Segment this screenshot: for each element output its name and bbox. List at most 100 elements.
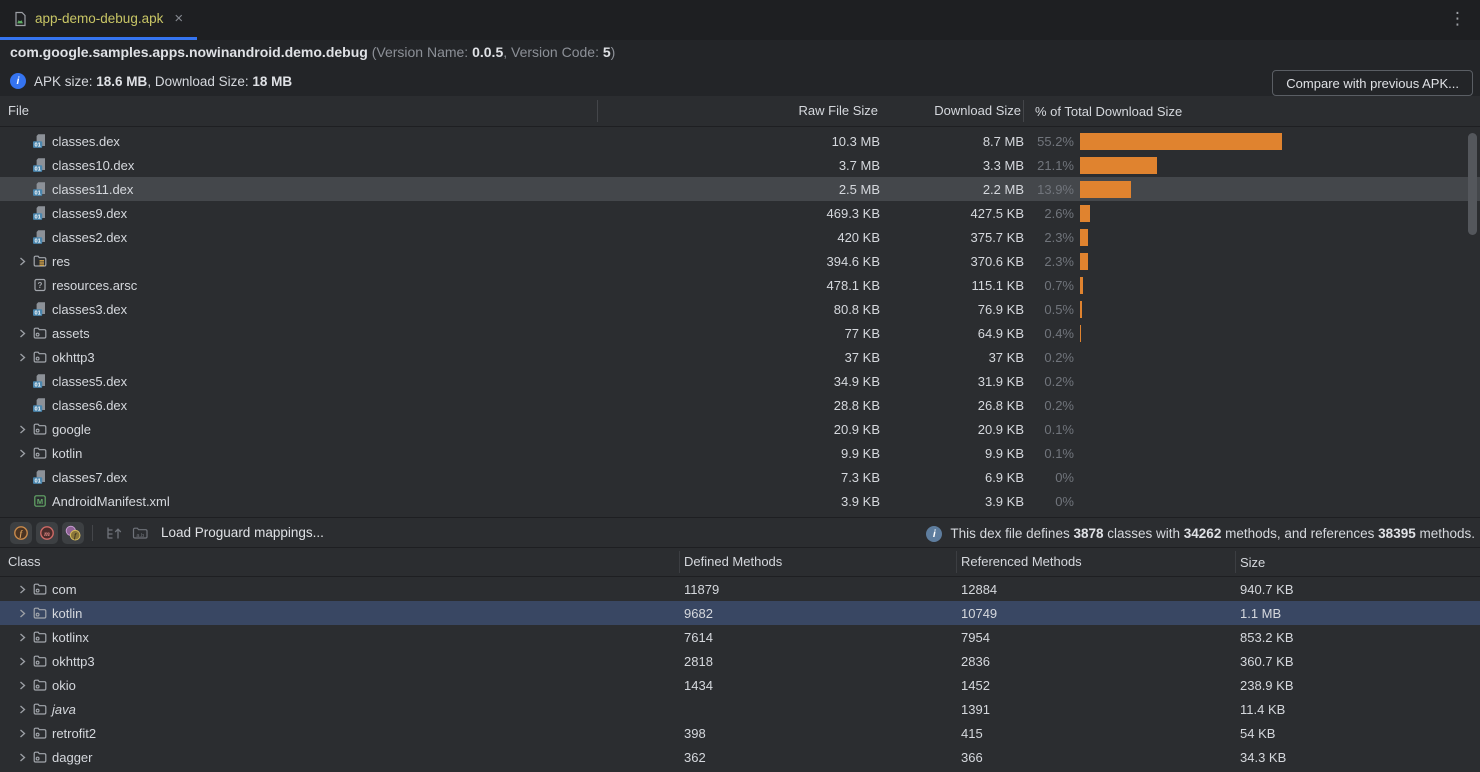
- dex-file-icon: 01: [32, 181, 48, 197]
- column-header-file[interactable]: File: [0, 100, 598, 122]
- file-row[interactable]: google20.9 KB20.9 KB0.1%: [0, 417, 1480, 441]
- chevron-right-icon[interactable]: [12, 657, 32, 666]
- svg-text:01: 01: [34, 167, 40, 173]
- column-header-referenced-methods[interactable]: Referenced Methods: [957, 551, 1236, 573]
- file-name: classes5.dex: [52, 374, 127, 389]
- file-name: assets: [52, 326, 90, 341]
- show-referenced-toggle[interactable]: f: [62, 522, 84, 544]
- file-row[interactable]: ? resources.arsc478.1 KB115.1 KB0.7%: [0, 273, 1480, 297]
- classes-count: 3878: [1073, 526, 1103, 541]
- file-name: AndroidManifest.xml: [52, 494, 170, 509]
- arsc-file-icon: ?: [32, 277, 48, 293]
- package-name: com.google.samples.apps.nowinandroid.dem…: [10, 44, 368, 60]
- res-folder-icon: [32, 253, 48, 269]
- class-row[interactable]: okhttp328182836360.7 KB: [0, 649, 1480, 673]
- column-header-download-size[interactable]: Download Size: [880, 100, 1024, 122]
- file-row[interactable]: 01 classes9.dex469.3 KB427.5 KB2.6%: [0, 201, 1480, 225]
- file-table-body: 01 classes.dex10.3 MB8.7 MB55.2% 01 clas…: [0, 129, 1480, 513]
- class-row[interactable]: java139111.4 KB: [0, 697, 1480, 721]
- kebab-menu-icon[interactable]: ⋮: [1449, 9, 1466, 29]
- download-pct-bar: [1080, 205, 1090, 222]
- chevron-right-icon[interactable]: [12, 585, 32, 594]
- download-pct-bar: [1080, 301, 1082, 318]
- chevron-right-icon[interactable]: [12, 609, 32, 618]
- column-header-class[interactable]: Class: [0, 551, 680, 573]
- file-name: classes2.dex: [52, 230, 127, 245]
- dex-file-icon: 01: [32, 133, 48, 149]
- chevron-right-icon[interactable]: [12, 633, 32, 642]
- class-row[interactable]: kotlin9682107491.1 MB: [0, 601, 1480, 625]
- chevron-right-icon[interactable]: [12, 425, 32, 434]
- class-row[interactable]: dagger36236634.3 KB: [0, 745, 1480, 769]
- class-row[interactable]: okio14341452238.9 KB: [0, 673, 1480, 697]
- package-name: kotlinx: [52, 630, 89, 645]
- svg-text:01: 01: [34, 311, 40, 317]
- dex-toolbar: f m f a.b Load Proguard mappings... i Th…: [0, 517, 1480, 548]
- chevron-right-icon[interactable]: [12, 353, 32, 362]
- package-folder-icon: [32, 653, 48, 669]
- chevron-right-icon[interactable]: [12, 329, 32, 338]
- dex-file-icon: 01: [32, 205, 48, 221]
- file-name: google: [52, 422, 91, 437]
- class-row[interactable]: retrofit239841554 KB: [0, 721, 1480, 745]
- class-row[interactable]: kotlinx76147954853.2 KB: [0, 625, 1480, 649]
- svg-text:?: ?: [38, 281, 43, 290]
- file-row[interactable]: 01 classes6.dex28.8 KB26.8 KB0.2%: [0, 393, 1480, 417]
- column-header-size[interactable]: Size: [1236, 555, 1480, 570]
- load-mappings-folder-icon[interactable]: a.b: [129, 522, 151, 544]
- file-name: classes3.dex: [52, 302, 127, 317]
- package-folder-icon: [32, 725, 48, 741]
- file-row[interactable]: M AndroidManifest.xml3.9 KB3.9 KB0%: [0, 489, 1480, 513]
- compare-previous-apk-button[interactable]: Compare with previous APK...: [1272, 70, 1473, 96]
- class-table-header: Class Defined Methods Referenced Methods…: [0, 548, 1480, 577]
- file-name: classes.dex: [52, 134, 120, 149]
- file-row[interactable]: kotlin9.9 KB9.9 KB0.1%: [0, 441, 1480, 465]
- file-row[interactable]: assets77 KB64.9 KB0.4%: [0, 321, 1480, 345]
- file-row[interactable]: 01 classes3.dex80.8 KB76.9 KB0.5%: [0, 297, 1480, 321]
- tab-apk-file[interactable]: app-demo-debug.apk ×: [0, 0, 197, 40]
- svg-text:01: 01: [34, 215, 40, 221]
- chevron-right-icon[interactable]: [12, 753, 32, 762]
- download-pct-bar: [1080, 229, 1088, 246]
- tab-label: app-demo-debug.apk: [35, 11, 163, 26]
- package-name: com: [52, 582, 77, 597]
- column-header-defined-methods[interactable]: Defined Methods: [680, 551, 957, 573]
- svg-text:a.b: a.b: [136, 533, 144, 539]
- file-row[interactable]: okhttp337 KB37 KB0.2%: [0, 345, 1480, 369]
- package-folder-icon: [32, 421, 48, 437]
- tab-close-icon[interactable]: ×: [174, 11, 183, 26]
- download-size-value: 18 MB: [252, 74, 292, 89]
- expand-tree-icon[interactable]: [103, 522, 125, 544]
- file-row[interactable]: 01 classes11.dex2.5 MB2.2 MB13.9%: [0, 177, 1480, 201]
- info-icon: i: [10, 73, 26, 89]
- load-proguard-mappings-link[interactable]: Load Proguard mappings...: [161, 525, 324, 540]
- class-row[interactable]: com1187912884940.7 KB: [0, 577, 1480, 601]
- manifest-file-icon: M: [32, 493, 48, 509]
- package-name: kotlin: [52, 606, 82, 621]
- file-row[interactable]: 01 classes10.dex3.7 MB3.3 MB21.1%: [0, 153, 1480, 177]
- svg-text:m: m: [44, 528, 50, 537]
- file-row[interactable]: 01 classes.dex10.3 MB8.7 MB55.2%: [0, 129, 1480, 153]
- show-methods-toggle[interactable]: m: [36, 522, 58, 544]
- version-name: 0.0.5: [472, 44, 503, 60]
- chevron-right-icon[interactable]: [12, 449, 32, 458]
- chevron-right-icon[interactable]: [12, 681, 32, 690]
- chevron-right-icon[interactable]: [12, 729, 32, 738]
- show-fields-toggle[interactable]: f: [10, 522, 32, 544]
- chevron-right-icon[interactable]: [12, 257, 32, 266]
- svg-text:01: 01: [34, 143, 40, 149]
- dex-summary: i This dex file defines 3878 classes wit…: [926, 518, 1475, 549]
- column-header-raw-size[interactable]: Raw File Size: [598, 100, 880, 122]
- vertical-scrollbar-thumb[interactable]: [1468, 133, 1477, 235]
- methods-count: 34262: [1184, 526, 1222, 541]
- chevron-right-icon[interactable]: [12, 705, 32, 714]
- file-row[interactable]: 01 classes7.dex7.3 KB6.9 KB0%: [0, 465, 1480, 489]
- svg-text:01: 01: [34, 191, 40, 197]
- file-row[interactable]: 01 classes2.dex420 KB375.7 KB2.3%: [0, 225, 1480, 249]
- column-header-pct-total[interactable]: % of Total Download Size: [1024, 104, 1480, 119]
- file-row[interactable]: 01 classes5.dex34.9 KB31.9 KB0.2%: [0, 369, 1480, 393]
- svg-text:M: M: [37, 497, 43, 506]
- package-folder-icon: [32, 677, 48, 693]
- package-folder-icon: [32, 629, 48, 645]
- file-row[interactable]: res394.6 KB370.6 KB2.3%: [0, 249, 1480, 273]
